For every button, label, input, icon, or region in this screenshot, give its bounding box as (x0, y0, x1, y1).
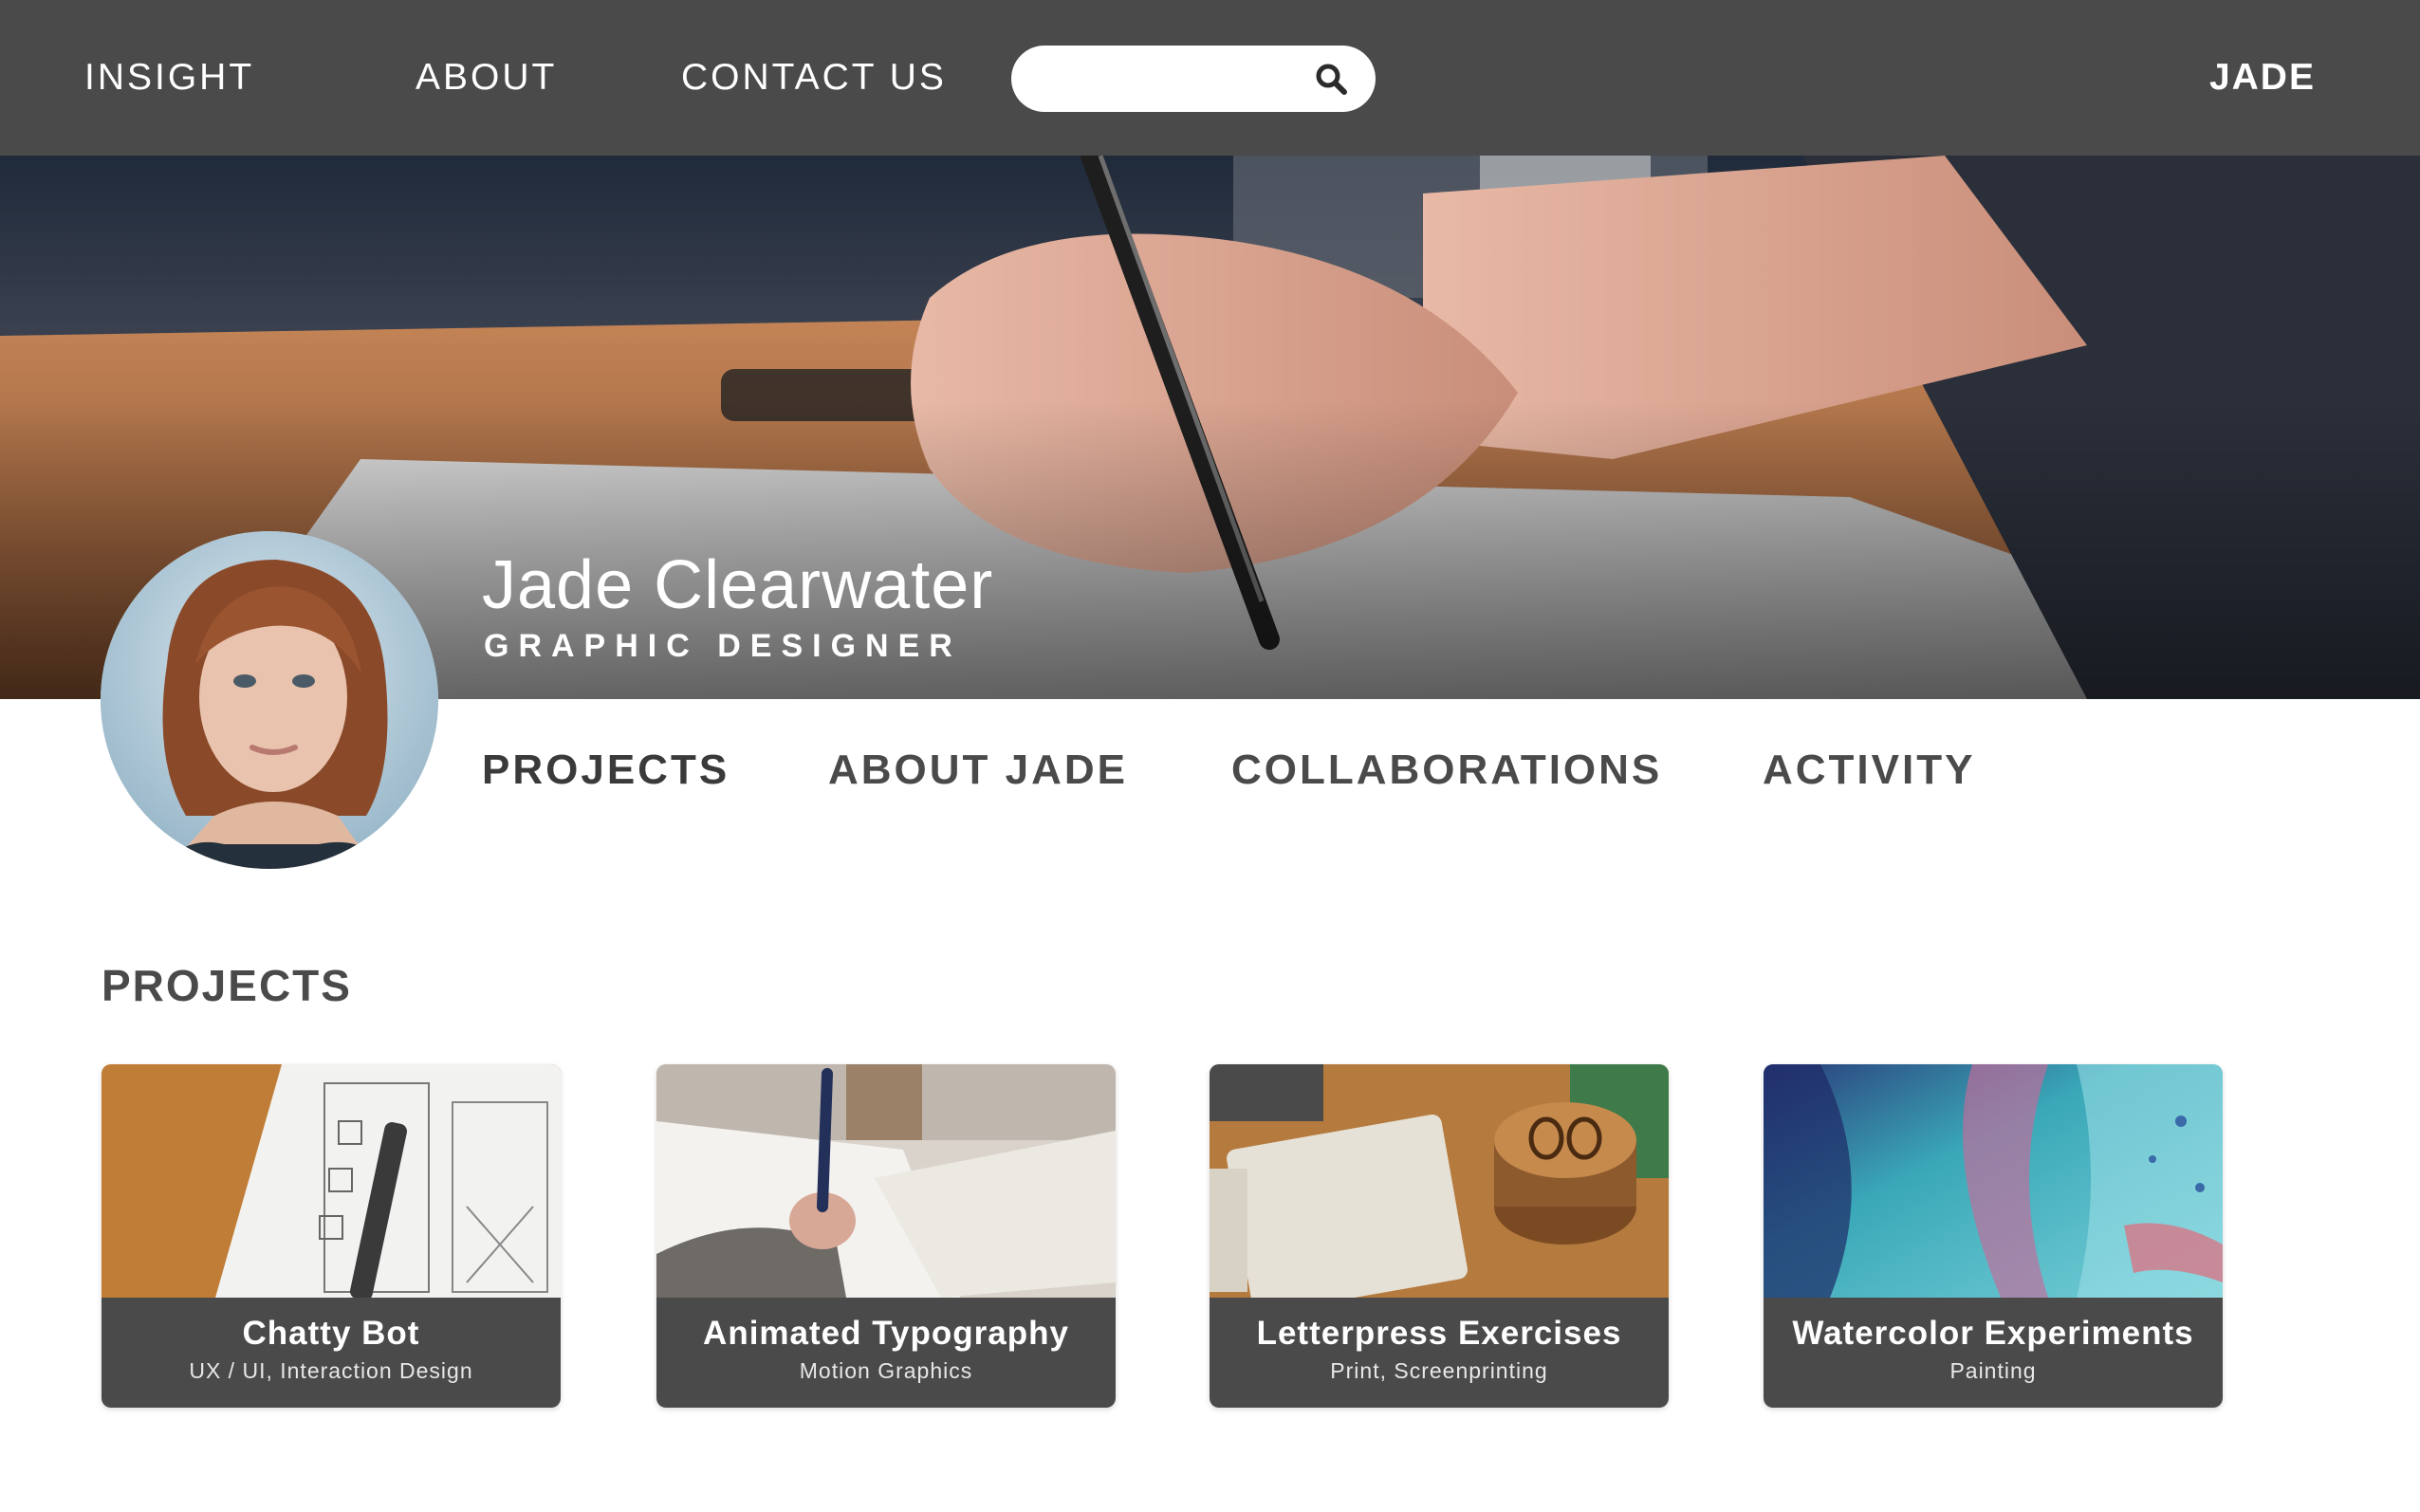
top-navigation-bar: INSIGHT ABOUT CONTACT US JADE (0, 0, 2420, 156)
project-card-animated-typography[interactable]: Animated Typography Motion Graphics (656, 1064, 1116, 1408)
project-caption: Chatty Bot UX / UI, Interaction Design (102, 1298, 561, 1408)
search-icon[interactable] (1313, 61, 1351, 99)
project-subtitle: Motion Graphics (799, 1358, 973, 1383)
project-title: Watercolor Experiments (1792, 1315, 2194, 1352)
tab-collaborations[interactable]: COLLABORATIONS (1231, 735, 1662, 805)
project-thumbnail-writing-notebook (656, 1064, 1116, 1298)
nav-link-about[interactable]: ABOUT (416, 0, 557, 156)
profile-name: Jade Clearwater (482, 547, 994, 623)
project-card-watercolor-experiments[interactable]: Watercolor Experiments Painting (1764, 1064, 2223, 1408)
nav-link-insight[interactable]: INSIGHT (84, 0, 254, 156)
tab-about-jade[interactable]: ABOUT JADE (828, 735, 1128, 805)
project-subtitle: Print, Screenprinting (1330, 1358, 1548, 1383)
project-caption: Watercolor Experiments Painting (1764, 1298, 2223, 1408)
avatar-portrait-image (101, 531, 438, 869)
search-input[interactable] (1036, 57, 1311, 101)
nav-link-contact-us[interactable]: CONTACT US (681, 0, 947, 156)
profile-job-title: GRAPHIC DESIGNER (484, 628, 962, 664)
project-caption: Animated Typography Motion Graphics (656, 1298, 1116, 1408)
user-menu[interactable]: JADE (2209, 0, 2316, 156)
project-thumbnail-letterpress-coasters (1210, 1064, 1669, 1298)
coaster-stack (1494, 1102, 1636, 1245)
project-subtitle: Painting (1949, 1358, 2037, 1383)
project-title: Animated Typography (703, 1315, 1069, 1352)
project-subtitle: UX / UI, Interaction Design (189, 1358, 473, 1383)
tab-activity[interactable]: ACTIVITY (1763, 735, 1975, 805)
project-thumbnail-wireframe-sketch (102, 1064, 561, 1298)
project-title: Chatty Bot (242, 1315, 420, 1352)
project-card-letterpress-exercises[interactable]: Letterpress Exercises Print, Screenprint… (1210, 1064, 1669, 1408)
project-title: Letterpress Exercises (1256, 1315, 1622, 1352)
avatar (101, 531, 438, 869)
project-thumbnail-watercolor-abstract (1764, 1064, 2223, 1298)
tab-projects[interactable]: PROJECTS (482, 735, 730, 805)
project-card-chatty-bot[interactable]: Chatty Bot UX / UI, Interaction Design (102, 1064, 561, 1408)
projects-section-heading: PROJECTS (102, 961, 352, 1010)
project-caption: Letterpress Exercises Print, Screenprint… (1210, 1298, 1669, 1408)
search-box (1011, 46, 1376, 112)
